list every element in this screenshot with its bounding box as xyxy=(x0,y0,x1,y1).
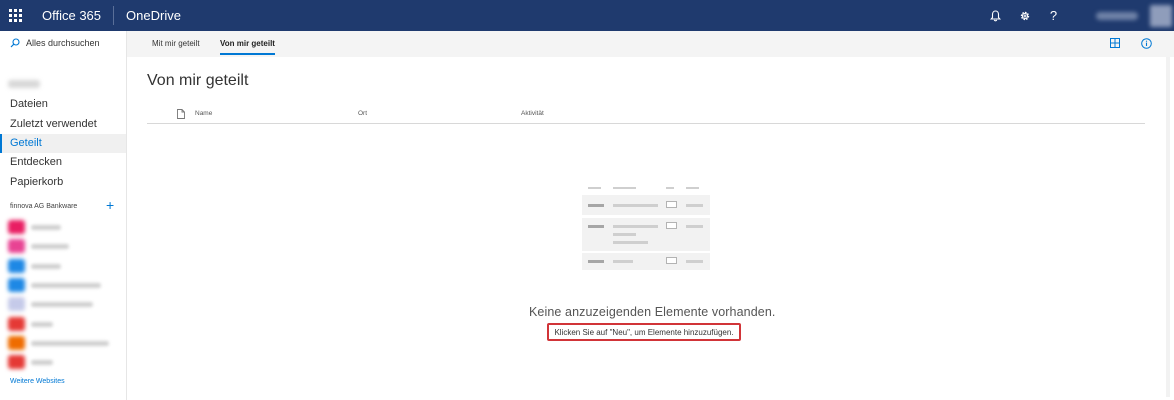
header-actions: ? xyxy=(981,0,1174,31)
site-logo-icon xyxy=(8,297,25,311)
suite-header: Office 365 OneDrive ? xyxy=(0,0,1174,31)
list-column-header: Name Ort Aktivität xyxy=(147,107,1145,124)
command-bar: Mit mir geteilt Von mir geteilt xyxy=(127,31,1174,57)
scrollbar-thumb[interactable] xyxy=(1166,57,1170,397)
image-placeholder-icon xyxy=(666,222,677,229)
file-type-icon[interactable] xyxy=(177,109,185,119)
info-icon[interactable] xyxy=(1141,38,1152,49)
sites-section-title: finnova AG Bankware xyxy=(10,203,78,210)
account-name-blurred xyxy=(8,80,40,88)
office365-brand[interactable]: Office 365 xyxy=(31,6,115,25)
active-tab-indicator xyxy=(220,53,275,55)
main-content: Von mir geteilt Name Ort Aktivität Keine… xyxy=(127,57,1161,400)
tab-label: Von mir geteilt xyxy=(220,39,275,48)
left-navigation: Alles durchsuchen Dateien Zuletzt verwen… xyxy=(0,31,127,400)
column-name[interactable]: Name xyxy=(195,110,212,117)
tab-label: Mit mir geteilt xyxy=(152,39,200,48)
sidebar-item-geteilt[interactable]: Geteilt xyxy=(0,134,126,153)
image-placeholder-icon xyxy=(666,257,677,264)
app-launcher-button[interactable] xyxy=(0,0,31,31)
site-link[interactable] xyxy=(8,317,118,331)
app-name[interactable]: OneDrive xyxy=(114,8,181,23)
column-activity[interactable]: Aktivität xyxy=(521,110,544,117)
vertical-scrollbar[interactable] xyxy=(1161,57,1174,400)
image-placeholder-icon xyxy=(666,201,677,208)
view-switcher-icon[interactable] xyxy=(1110,38,1120,48)
sidebar-item-dateien[interactable]: Dateien xyxy=(0,95,126,114)
site-link[interactable] xyxy=(8,220,118,234)
sidebar-item-entdecken[interactable]: Entdecken xyxy=(0,153,126,172)
site-logo-icon xyxy=(8,336,25,350)
empty-state-hint: Klicken Sie auf "Neu", um Elemente hinzu… xyxy=(554,327,734,337)
search-icon xyxy=(10,38,20,48)
site-logo-icon xyxy=(8,259,25,273)
bell-icon xyxy=(990,9,1001,21)
site-link[interactable] xyxy=(8,336,118,350)
empty-state-title: Keine anzuzeigenden Elemente vorhanden. xyxy=(529,305,776,319)
more-sites-link[interactable]: Weitere Websites xyxy=(10,378,65,385)
help-icon: ? xyxy=(1049,8,1058,23)
help-button[interactable]: ? xyxy=(1039,0,1068,31)
column-location[interactable]: Ort xyxy=(358,110,367,117)
site-logo-icon xyxy=(8,220,25,234)
gear-icon xyxy=(1020,11,1029,20)
empty-state-illustration xyxy=(582,187,710,271)
search-label: Alles durchsuchen xyxy=(26,38,100,48)
tab-von-mir-geteilt[interactable]: Von mir geteilt xyxy=(220,31,275,57)
sidebar-item-zuletzt-verwendet[interactable]: Zuletzt verwendet xyxy=(0,115,126,134)
page-title: Von mir geteilt xyxy=(147,72,249,89)
search-box[interactable]: Alles durchsuchen xyxy=(0,31,126,55)
notifications-button[interactable] xyxy=(981,0,1010,31)
site-link[interactable] xyxy=(8,259,118,273)
waffle-icon xyxy=(9,9,22,22)
settings-button[interactable] xyxy=(1010,0,1039,31)
empty-state-subtitle: Klicken Sie auf "Neu", um Elemente hinzu… xyxy=(547,323,741,341)
site-logo-icon xyxy=(8,355,25,369)
tab-mit-mir-geteilt[interactable]: Mit mir geteilt xyxy=(152,31,200,57)
add-site-button[interactable]: + xyxy=(106,197,114,213)
site-logo-icon xyxy=(8,278,25,292)
user-name-blurred[interactable] xyxy=(1096,11,1138,20)
site-logo-icon xyxy=(8,317,25,331)
avatar[interactable] xyxy=(1150,4,1172,27)
sidebar-item-papierkorb[interactable]: Papierkorb xyxy=(0,173,126,192)
site-link[interactable] xyxy=(8,239,118,253)
site-link[interactable] xyxy=(8,297,118,311)
site-logo-icon xyxy=(8,239,25,253)
site-link[interactable] xyxy=(8,278,118,292)
site-link[interactable] xyxy=(8,355,118,369)
